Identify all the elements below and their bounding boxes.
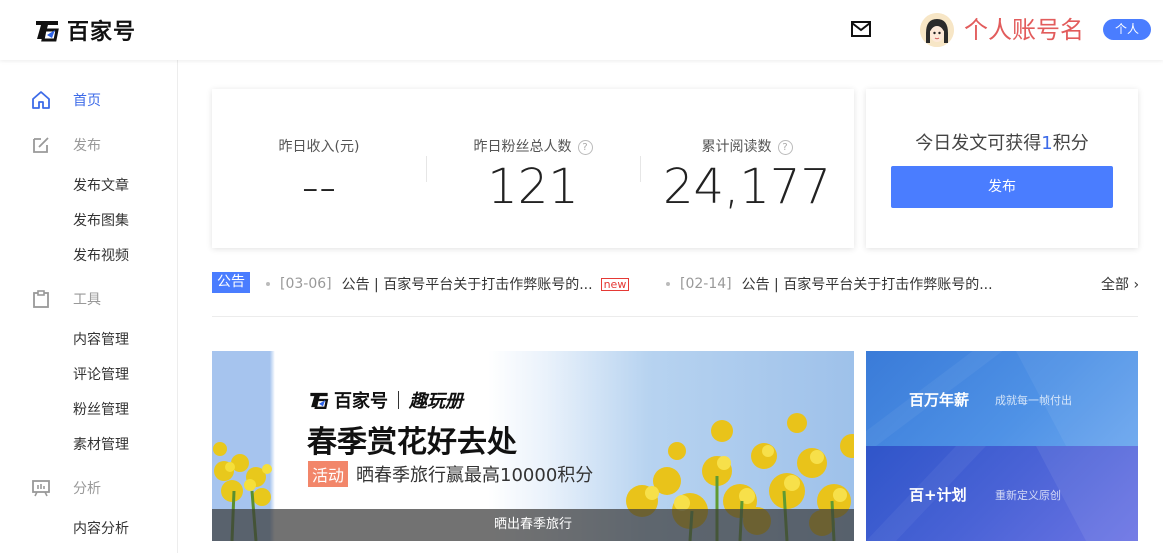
spring-travel-banner[interactable]: 百家号 趣玩册 春季赏花好去处 活动 晒春季旅行赢最高10000积分 晒出春季旅… (212, 351, 854, 541)
notice-text: 公告 | 百家号平台关于打击作弊账号的... (341, 277, 593, 293)
banner-title: 春季赏花好去处 (307, 425, 517, 460)
promo-baijia-plus-plan[interactable]: 百+计划 重新定义原创 (866, 446, 1138, 541)
stat-fans-label-wrap: 昨日粉丝总人数? (426, 136, 640, 156)
banner-logo-text: 百家号 (334, 391, 388, 412)
sidebar-item-tools[interactable]: 工具 (30, 287, 101, 311)
chart-board-icon (32, 480, 50, 497)
banner-subtitle-text: 晒春季旅行赢最高10000积分 (356, 465, 594, 486)
stat-income-value: -- (301, 159, 337, 215)
sidebar-item-fans-management[interactable]: 粉丝管理 (73, 399, 129, 419)
stats-card: 昨日收入(元) -- 昨日粉丝总人数? 121 累计阅读数? 24,177 (212, 89, 854, 248)
notice-text: 公告 | 百家号平台关于打击作弊账号的... (741, 277, 993, 293)
divider (212, 316, 1138, 317)
sidebar-item-home[interactable]: 首页 (30, 88, 101, 112)
publish-tip-prefix: 今日发文可获得 (915, 133, 1042, 154)
sidebar-item-publish[interactable]: 发布 (30, 133, 101, 157)
publish-card: 今日发文可获得1积分 发布 (866, 89, 1138, 248)
sidebar-item-publish-gallery[interactable]: 发布图集 (73, 210, 129, 230)
stat-income-label: 昨日收入(元) (278, 139, 360, 155)
stat-fans-label: 昨日粉丝总人数 (473, 139, 572, 155)
banner-caption: 晒出春季旅行 (212, 509, 854, 541)
notice-item[interactable]: [02-14] 公告 | 百家号平台关于打击作弊账号的... (666, 274, 993, 294)
divider (398, 391, 399, 409)
top-header: 百家号 个人账号名 个人 (0, 0, 1163, 60)
notice-tag: 公告 (212, 272, 250, 293)
promo-million-salary[interactable]: 百万年薪 成就每一帧付出 (866, 351, 1138, 446)
home-icon (32, 91, 50, 109)
sidebar-item-comment-management[interactable]: 评论管理 (73, 364, 129, 384)
publish-button[interactable]: 发布 (891, 166, 1113, 208)
notice-date: [03-06] (280, 276, 332, 292)
sidebar-item-label: 首页 (73, 93, 101, 109)
sidebar-item-label: 工具 (73, 292, 101, 308)
logo-text: 百家号 (67, 20, 137, 45)
banner-logo: 百家号 趣玩册 (308, 387, 463, 413)
publish-tip-suffix: 积分 (1052, 133, 1089, 154)
banner-subtitle: 活动 晒春季旅行赢最高10000积分 (308, 461, 593, 487)
stat-reads-value: 24,177 (663, 159, 831, 215)
banner-logo-subtext: 趣玩册 (409, 391, 463, 412)
bullet-dot (266, 282, 270, 286)
help-icon[interactable]: ? (777, 140, 793, 155)
sidebar-item-label: 发布 (73, 138, 101, 154)
sidebar-item-material-management[interactable]: 素材管理 (73, 434, 129, 454)
stat-fans-value: 121 (487, 159, 579, 215)
baijiahao-logo-icon (310, 392, 329, 410)
notice-date: [02-14] (680, 276, 732, 292)
baijiahao-logo[interactable]: 百家号 (33, 14, 136, 46)
sidebar-item-content-analysis[interactable]: 内容分析 (73, 518, 129, 538)
avatar-image (920, 13, 954, 47)
notice-item[interactable]: [03-06] 公告 | 百家号平台关于打击作弊账号的... new (266, 274, 630, 294)
account-name[interactable]: 个人账号名 (964, 14, 1084, 46)
promo-title: 百万年薪 (909, 391, 970, 409)
stat-income: 昨日收入(元) -- (212, 89, 426, 248)
mail-icon[interactable] (850, 19, 872, 39)
sidebar-item-label: 分析 (73, 481, 101, 497)
activity-tag: 活动 (308, 461, 349, 487)
promo-subtitle: 重新定义原创 (995, 489, 1061, 502)
clipboard-icon (33, 290, 49, 308)
avatar[interactable] (920, 13, 954, 47)
edit-icon (33, 137, 49, 153)
new-badge: new (600, 277, 630, 291)
account-type-badge: 个人 (1103, 19, 1151, 40)
side-promos: 百万年薪 成就每一帧付出 百+计划 重新定义原创 (866, 351, 1138, 541)
all-notices-link[interactable]: 全部 › (1101, 274, 1139, 294)
help-icon[interactable]: ? (577, 140, 593, 155)
stat-reads-label: 累计阅读数 (701, 139, 772, 155)
promo-title: 百+计划 (909, 486, 967, 504)
promo-subtitle: 成就每一帧付出 (995, 394, 1072, 407)
bullet-dot (666, 282, 670, 286)
sidebar: 首页 发布 发布文章 发布图集 发布视频 工具 内容管理 评论管理 粉丝管理 素… (0, 60, 178, 553)
baijiahao-logo-icon (36, 21, 59, 42)
publish-tip-number: 1 (1041, 133, 1053, 154)
stat-fans: 昨日粉丝总人数? 121 (426, 89, 640, 248)
publish-points-tip: 今日发文可获得1积分 (866, 129, 1138, 155)
sidebar-item-publish-video[interactable]: 发布视频 (73, 245, 129, 265)
sidebar-item-publish-article[interactable]: 发布文章 (73, 175, 129, 195)
sidebar-item-content-management[interactable]: 内容管理 (73, 329, 129, 349)
sidebar-item-analysis[interactable]: 分析 (30, 476, 101, 500)
stat-reads: 累计阅读数? 24,177 (640, 89, 854, 248)
stat-reads-label-wrap: 累计阅读数? (640, 136, 854, 156)
